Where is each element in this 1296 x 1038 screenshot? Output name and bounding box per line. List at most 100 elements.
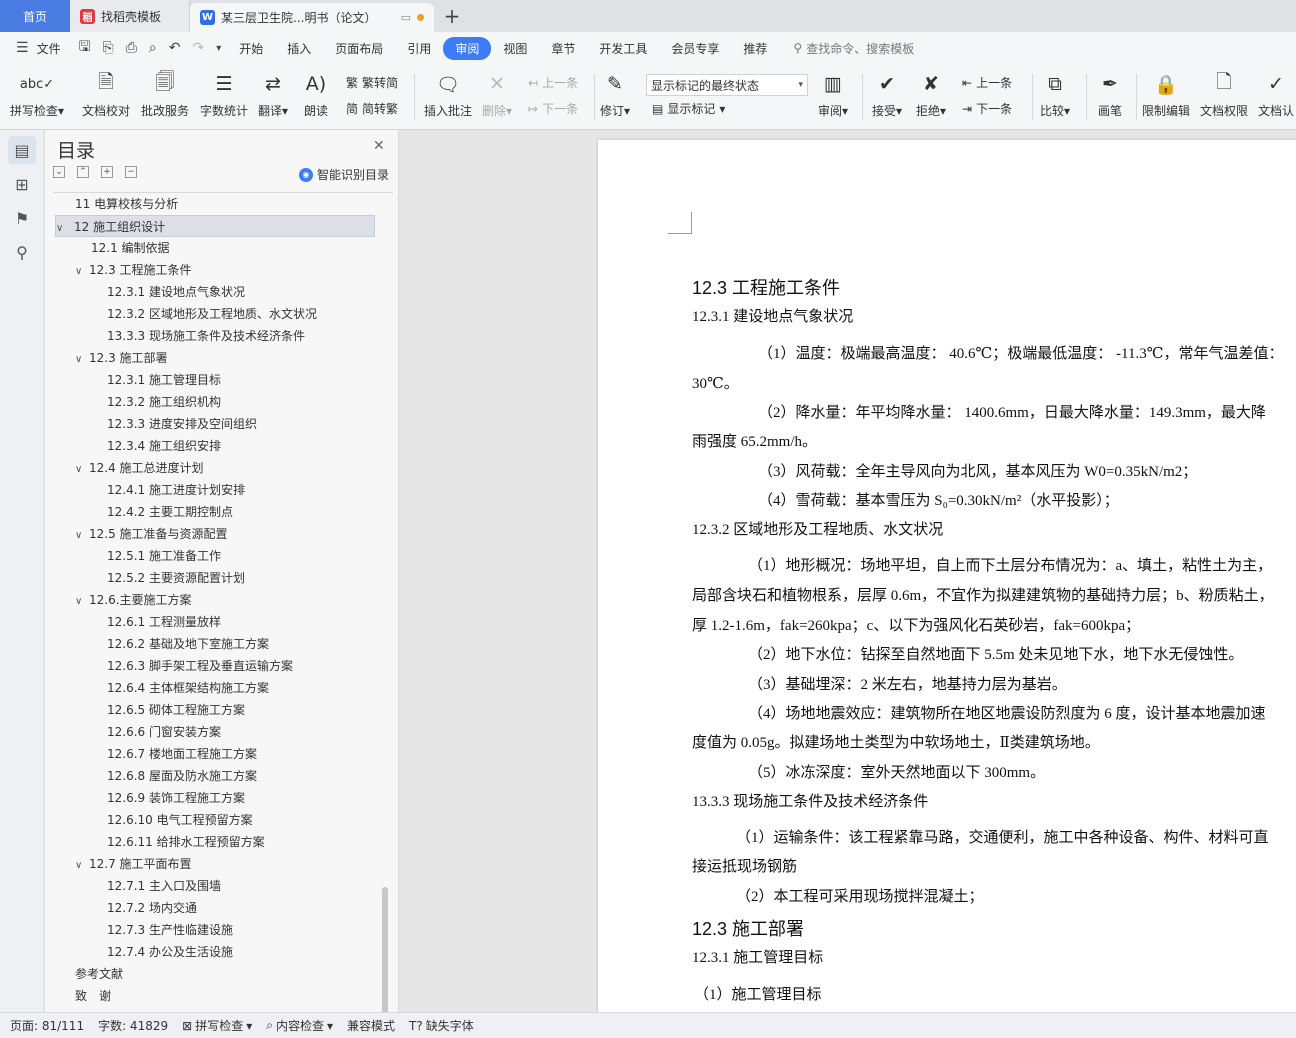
next-change-button[interactable]: ⇥ 下一条	[962, 100, 1012, 117]
toc-item[interactable]: 12.7.4 办公及生活设施	[107, 941, 233, 963]
toc-item[interactable]: 12.4.1 施工进度计划安排	[107, 479, 245, 501]
tab-docer[interactable]: 稻 找稻壳模板	[70, 0, 190, 32]
toc-item[interactable]: ∨ 12 施工组织设计	[55, 215, 375, 237]
toc-item[interactable]: 12.3.3 进度安排及空间组织	[107, 413, 257, 435]
document-page[interactable]: 12.3 工程施工条件 12.3.1 建设地点气象状况 （1）温度：极端最高温度…	[598, 140, 1296, 1012]
word-count-indicator[interactable]: 字数: 41829	[98, 1017, 168, 1034]
status-spell-check[interactable]: ⊠ 拼写检查 ▾	[182, 1017, 252, 1034]
toc-item[interactable]: ∨ 12.3 工程施工条件	[75, 259, 192, 281]
toc-item[interactable]: ∨ 12.5 施工准备与资源配置	[75, 523, 228, 545]
toc-item[interactable]: 参考文献	[75, 963, 123, 985]
toc-item[interactable]: 12.7.1 主入口及围墙	[107, 875, 221, 897]
toc-item[interactable]: 12.1 编制依据	[91, 237, 170, 259]
toc-item[interactable]: 12.3.2 区域地形及工程地质、水文状况	[107, 303, 317, 325]
collapse-all-icon[interactable]: ⌄	[53, 166, 65, 178]
toc-panel-icon[interactable]: ▤	[8, 136, 36, 164]
toc-item[interactable]: 12.6.7 楼地面工程施工方案	[107, 743, 257, 765]
simp-to-trad-button[interactable]: 简简转繁	[346, 100, 398, 117]
toc-item[interactable]: 12.3.4 施工组织安排	[107, 435, 221, 457]
menu-recommend[interactable]: 推荐	[731, 37, 779, 60]
toc-item[interactable]: ∨ 12.3 施工部署	[75, 347, 168, 369]
command-search[interactable]: ⚲ 查找命令、搜索模板	[793, 40, 914, 57]
toc-item[interactable]: 12.6.1 工程测量放样	[107, 611, 221, 633]
toc-item[interactable]: ∨ 12.4 施工总进度计划	[75, 457, 204, 479]
undo-icon[interactable]: ↶	[163, 40, 187, 56]
hamburger-icon[interactable]: ☰	[12, 40, 35, 56]
toc-item[interactable]: 致 谢	[75, 985, 111, 1007]
accept-button[interactable]: ✔ 接受▾	[872, 70, 902, 119]
nav-pane-icon[interactable]: ⊞	[8, 170, 36, 198]
bookmark-icon[interactable]: ⚑	[8, 204, 36, 232]
export-icon[interactable]: ⎘	[97, 40, 120, 56]
restrict-edit-button[interactable]: 🔒 限制编辑	[1142, 70, 1190, 119]
trad-to-simp-button[interactable]: 繁繁转简	[346, 74, 398, 91]
toc-item[interactable]: 12.4.2 主要工期控制点	[107, 501, 233, 523]
batch-service-button[interactable]: 🗐 批改服务	[141, 70, 189, 119]
menu-file[interactable]: 文件	[35, 37, 73, 60]
page-indicator[interactable]: 页面: 81/111	[10, 1017, 84, 1034]
toc-item[interactable]: 12.3.1 施工管理目标	[107, 369, 221, 391]
prev-comment-button[interactable]: ↤ 上一条	[528, 74, 578, 91]
doc-permission-button[interactable]: 🗋 文档权限	[1200, 70, 1248, 119]
toc-item[interactable]: 12.5.1 施工准备工作	[107, 545, 221, 567]
menu-dev-tools[interactable]: 开发工具	[587, 37, 659, 60]
toc-item[interactable]: 12.6.3 脚手架工程及垂直运输方案	[107, 655, 293, 677]
close-icon[interactable]: ✕	[373, 138, 385, 154]
show-markup-button[interactable]: ▤ 显示标记 ▾	[652, 100, 725, 117]
toc-item[interactable]: 11 电算校核与分析	[75, 193, 178, 215]
reject-button[interactable]: ✘ 拒绝▾	[916, 70, 946, 119]
toc-item[interactable]: 12.6.10 电气工程预留方案	[107, 809, 253, 831]
quick-access-more-icon[interactable]: ▾	[210, 43, 227, 54]
menu-review[interactable]: 审阅	[443, 36, 492, 60]
word-count-button[interactable]: ☰ 字数统计	[200, 70, 248, 119]
remove-level-icon[interactable]: −	[125, 166, 137, 178]
smart-toc-button[interactable]: ◉ 智能识别目录	[299, 166, 389, 183]
toc-item[interactable]: 12.6.2 基础及地下室施工方案	[107, 633, 269, 655]
compat-mode-indicator[interactable]: 兼容模式	[347, 1017, 395, 1034]
status-content-check[interactable]: ⌕ 内容检查 ▾	[266, 1017, 333, 1034]
delete-comment-button[interactable]: ✕ 删除▾	[482, 70, 512, 119]
add-level-icon[interactable]: +	[101, 166, 113, 178]
menu-page-layout[interactable]: 页面布局	[323, 37, 395, 60]
menu-chapter[interactable]: 章节	[539, 37, 587, 60]
menu-reference[interactable]: 引用	[395, 37, 443, 60]
toc-item[interactable]: 12.6.9 装饰工程施工方案	[107, 787, 245, 809]
revise-button[interactable]: ✎ 修订▾	[600, 70, 630, 119]
document-area[interactable]: 12.3 工程施工条件 12.3.1 建设地点气象状况 （1）温度：极端最高温度…	[400, 130, 1296, 1012]
missing-font-indicator[interactable]: T? 缺失字体	[409, 1017, 474, 1034]
menu-start[interactable]: 开始	[227, 37, 275, 60]
redo-icon[interactable]: ↷	[187, 40, 211, 56]
window-icon[interactable]: ▭	[401, 11, 411, 24]
toc-item[interactable]: 12.7.3 生产性临建设施	[107, 919, 233, 941]
next-comment-button[interactable]: ↦ 下一条	[528, 100, 578, 117]
doc-proofread-button[interactable]: 🗎 文档校对	[82, 70, 130, 119]
find-icon[interactable]: ⚲	[8, 238, 36, 266]
toc-item[interactable]: 12.7.2 场内交通	[107, 897, 197, 919]
toc-item[interactable]: 12.3.2 施工组织机构	[107, 391, 221, 413]
toc-item[interactable]: 12.3.1 建设地点气象状况	[107, 281, 245, 303]
menu-insert[interactable]: 插入	[275, 37, 323, 60]
toc-item[interactable]: 12.6.6 门窗安装方案	[107, 721, 221, 743]
print-icon[interactable]: ⎙	[120, 40, 143, 56]
save-icon[interactable]: 🖫	[73, 36, 97, 60]
spell-check-button[interactable]: abc✓ 拼写检查▾	[10, 70, 64, 119]
prev-change-button[interactable]: ⇤ 上一条	[962, 74, 1012, 91]
toc-item[interactable]: 12.6.8 屋面及防水施工方案	[107, 765, 257, 787]
tab-home[interactable]: 首页	[0, 0, 70, 32]
toc-item[interactable]: 12.6.5 砌体工程施工方案	[107, 699, 245, 721]
toc-item[interactable]: 13.3.3 现场施工条件及技术经济条件	[107, 325, 305, 347]
expand-all-icon[interactable]: ⌃	[77, 166, 89, 178]
toc-item[interactable]: ∨ 12.7 施工平面布置	[75, 853, 192, 875]
toc-item[interactable]: 12.6.4 主体框架结构施工方案	[107, 677, 269, 699]
pen-button[interactable]: ✒ 画笔	[1096, 70, 1124, 119]
tab-document[interactable]: W 某三层卫生院...明书（论文） ▭	[190, 3, 434, 32]
markup-state-select[interactable]: 显示标记的最终状态 ▾	[646, 74, 808, 96]
toc-item[interactable]: ∨ 12.6.主要施工方案	[75, 589, 192, 611]
preview-icon[interactable]: ⌕	[143, 40, 163, 56]
toc-item[interactable]: 12.6.11 给排水工程预留方案	[107, 831, 265, 853]
read-aloud-button[interactable]: A) 朗读	[302, 70, 330, 119]
menu-member[interactable]: 会员专享	[659, 37, 731, 60]
translate-button[interactable]: ⇄ 翻译▾	[258, 70, 288, 119]
new-tab-button[interactable]: +	[434, 0, 470, 32]
compare-button[interactable]: ⧉ 比较▾	[1040, 70, 1070, 119]
